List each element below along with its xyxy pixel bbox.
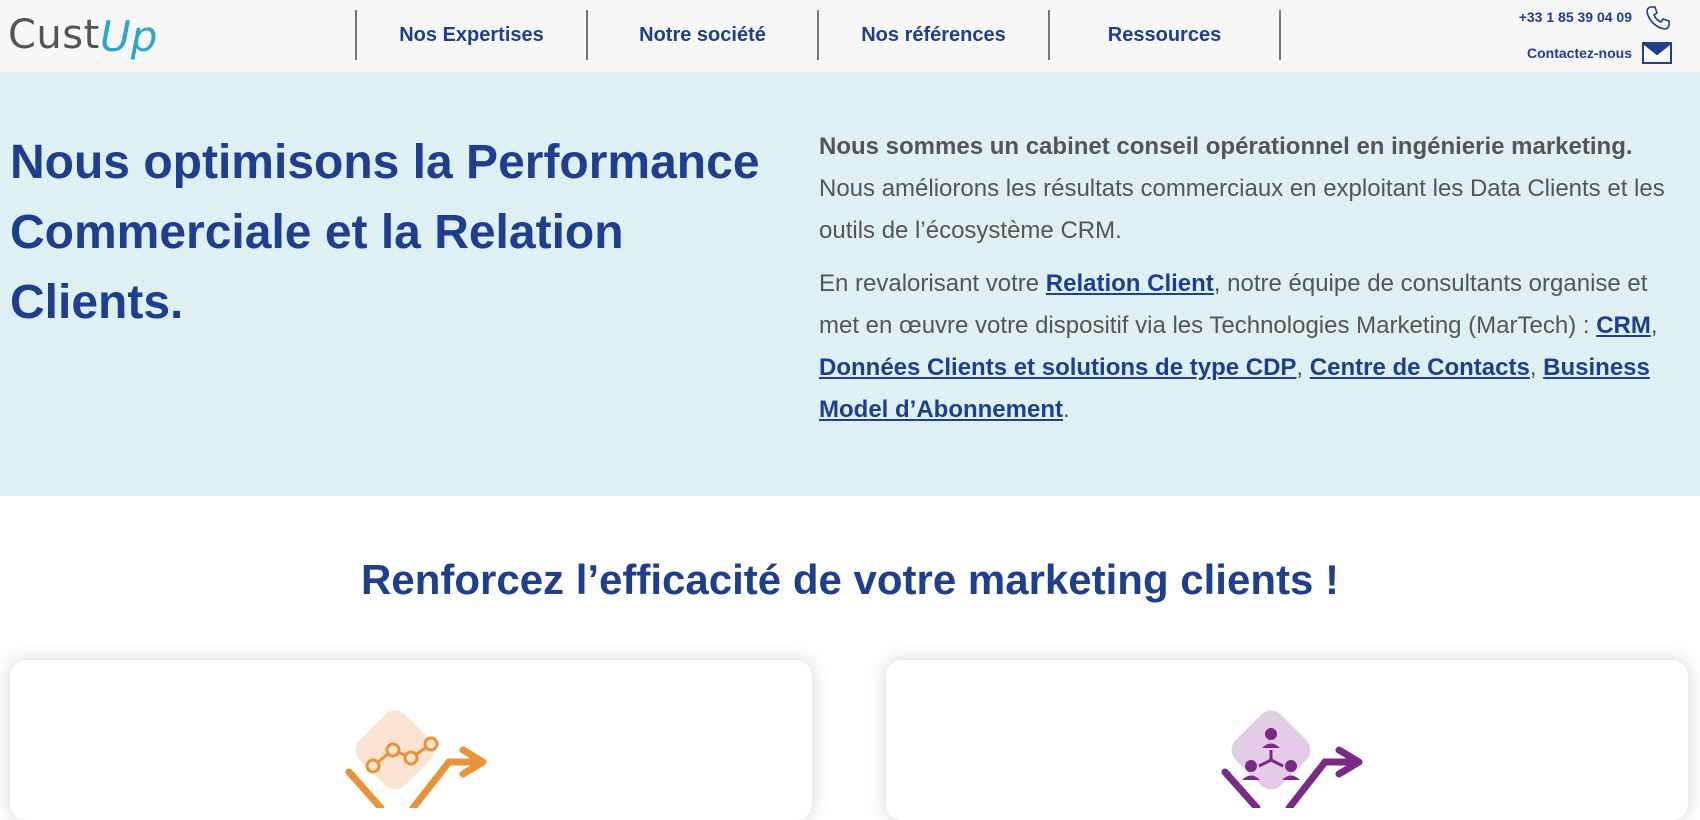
nav-item-societe[interactable]: Notre société [588, 10, 817, 60]
hero-section: Nous optimisons la Performance Commercia… [0, 72, 1700, 496]
link-separator: , [1650, 312, 1658, 339]
logo-text-cust: Cust [8, 12, 100, 58]
service-card-customers[interactable] [886, 660, 1688, 820]
hero-intro-text: Nous améliorons les résultats commerciau… [819, 175, 1665, 244]
hero-title: Nous optimisons la Performance Commercia… [10, 136, 760, 329]
site-header: Cust Up Nos Expertises Notre société Nos… [0, 0, 1700, 72]
mail-icon[interactable] [1642, 42, 1672, 64]
nav-divider [1279, 10, 1281, 60]
link-separator: , [1296, 354, 1310, 381]
logo-text-up: Up [100, 12, 158, 61]
contact-center-link[interactable]: Centre de Contacts [1310, 354, 1530, 381]
hero-description: Nous sommes un cabinet conseil opération… [819, 126, 1679, 442]
service-card-performance[interactable] [10, 660, 812, 820]
relation-client-link[interactable]: Relation Client [1046, 270, 1214, 297]
hero-services-text: En revalorisant votre [819, 270, 1046, 297]
cdp-link[interactable]: Données Clients et solutions de type CDP [819, 354, 1296, 381]
hero-intro-bold: Nous sommes un cabinet conseil opération… [819, 133, 1633, 160]
header-contact: +33 1 85 39 04 09 Contactez-nous [1472, 4, 1672, 66]
hero-services-end: . [1062, 396, 1070, 423]
section-title: Renforcez l’efficacité de votre marketin… [361, 556, 1339, 603]
hero-intro-paragraph: Nous sommes un cabinet conseil opération… [819, 126, 1679, 252]
nav-item-expertises[interactable]: Nos Expertises [357, 10, 586, 60]
nav-item-ressources[interactable]: Ressources [1050, 10, 1279, 60]
phone-number-link[interactable]: +33 1 85 39 04 09 [1519, 9, 1632, 25]
nav-item-references[interactable]: Nos références [819, 10, 1048, 60]
hero-services-paragraph: En revalorisant votre Relation Client, n… [819, 263, 1679, 431]
custup-logo[interactable]: Cust Up [8, 8, 168, 64]
customer-network-icon [1221, 710, 1363, 808]
main-nav: Nos Expertises Notre société Nos référen… [355, 10, 1281, 60]
performance-chart-icon [345, 710, 487, 808]
link-separator: , [1529, 354, 1544, 381]
phone-icon[interactable] [1644, 4, 1672, 32]
crm-link[interactable]: CRM [1596, 312, 1651, 339]
contact-us-link[interactable]: Contactez-nous [1527, 45, 1632, 61]
